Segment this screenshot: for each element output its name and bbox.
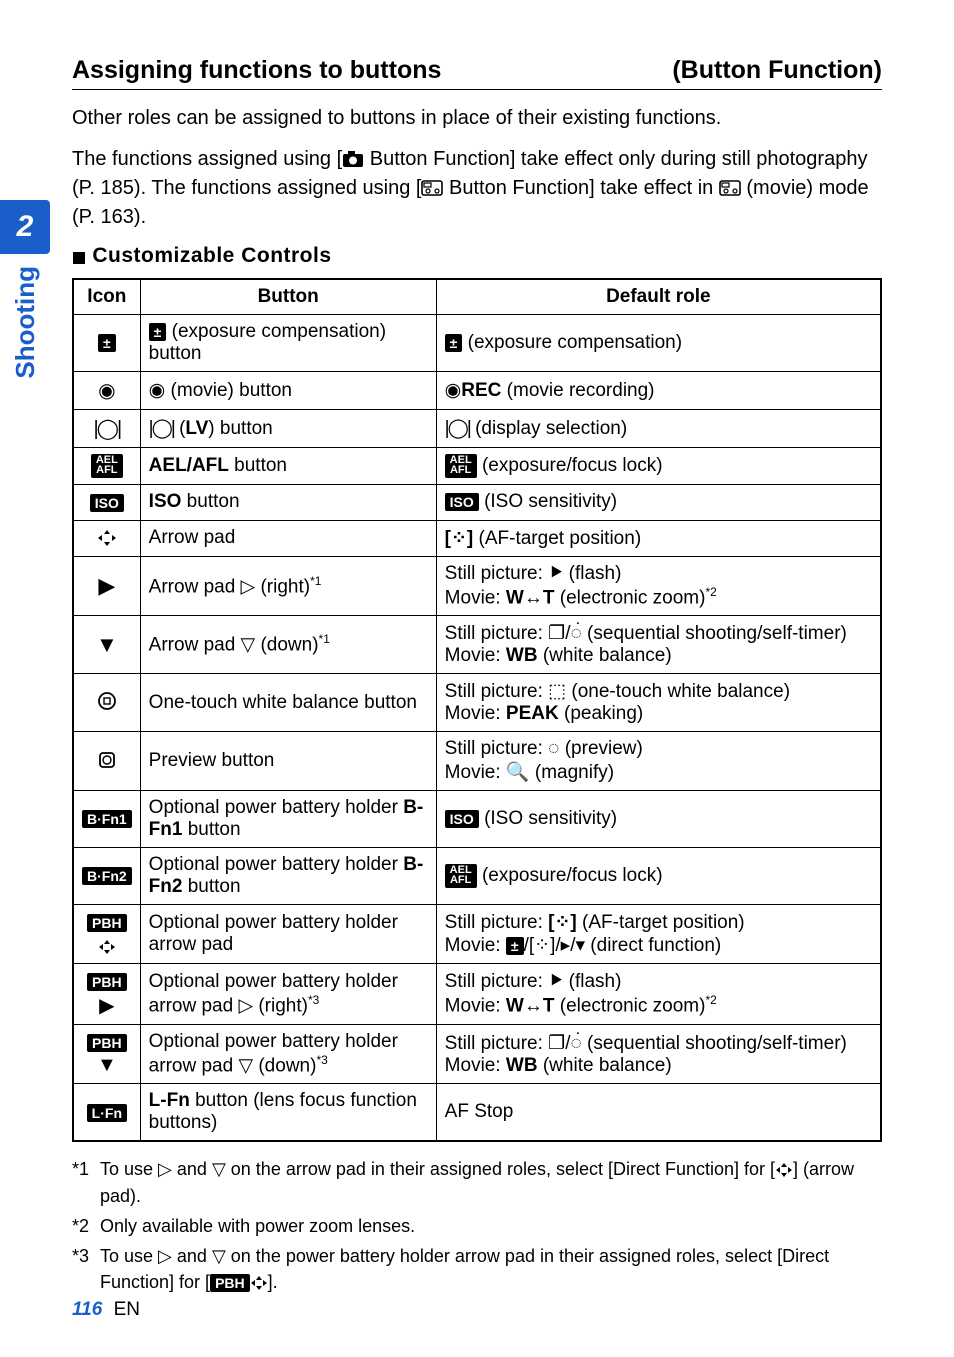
table-row: B·Fn2Optional power battery holder B-Fn2… <box>73 848 881 905</box>
row-button: ISO button <box>140 484 436 520</box>
table-row: ◉◉ (movie) button◉REC (movie recording) <box>73 372 881 410</box>
row-button: Preview button <box>140 732 436 791</box>
table-row: ±± (exposure compensation) button± (expo… <box>73 315 881 372</box>
row-default-role: Still picture: ⯈ (flash)Movie: W↔T (elec… <box>436 964 881 1025</box>
row-default-role: [⁘] (AF-target position) <box>436 520 881 556</box>
footnotes: *1 To use ▷ and ▽ on the arrow pad in th… <box>72 1156 882 1294</box>
row-icon: |◯| <box>73 410 140 448</box>
row-button: One-touch white balance button <box>140 674 436 732</box>
bullet-square-icon <box>72 251 86 265</box>
table-row: AELAFLAEL/AFL buttonAELAFL (exposure/foc… <box>73 448 881 485</box>
row-default-role: ± (exposure compensation) <box>436 315 881 372</box>
row-icon <box>73 674 140 732</box>
row-icon: PBH▼ <box>73 1025 140 1084</box>
row-button: Arrow pad ▷ (right)*1 <box>140 556 436 615</box>
row-icon: ▶ <box>73 556 140 615</box>
table-row: PBH▶Optional power battery holder arrow … <box>73 964 881 1025</box>
chapter-number: 2 <box>0 200 50 254</box>
heading-right: (Button Function) <box>672 56 882 85</box>
th-default: Default role <box>436 279 881 315</box>
th-button: Button <box>140 279 436 315</box>
table-row: ▶Arrow pad ▷ (right)*1Still picture: ⯈ (… <box>73 556 881 615</box>
row-default-role: Still picture: ❐/◌̇ (sequential shooting… <box>436 616 881 674</box>
row-icon: PBH <box>73 905 140 964</box>
row-default-role: Still picture: ◌ (preview)Movie: 🔍 (magn… <box>436 732 881 791</box>
page-lang: EN <box>114 1299 140 1320</box>
row-button: L-Fn button (lens focus function buttons… <box>140 1084 436 1142</box>
customizable-controls-heading: Customizable Controls <box>72 244 882 268</box>
footnote-3: *3 To use ▷ and ▽ on the power battery h… <box>72 1243 882 1295</box>
row-icon: PBH▶ <box>73 964 140 1025</box>
table-row: Arrow pad[⁘] (AF-target position) <box>73 520 881 556</box>
row-default-role: AELAFL (exposure/focus lock) <box>436 448 881 485</box>
row-button: ◉ (movie) button <box>140 372 436 410</box>
row-button: |◯| (LV) button <box>140 410 436 448</box>
arrow-pad-icon <box>250 1275 268 1291</box>
row-default-role: ISO (ISO sensitivity) <box>436 484 881 520</box>
row-icon: B·Fn2 <box>73 848 140 905</box>
table-row: One-touch white balance buttonStill pict… <box>73 674 881 732</box>
row-icon: ◉ <box>73 372 140 410</box>
row-button: Arrow pad <box>140 520 436 556</box>
table-row: ▼Arrow pad ▽ (down)*1Still picture: ❐/◌̇… <box>73 616 881 674</box>
row-button: Optional power battery holder arrow pad … <box>140 1025 436 1084</box>
page-footer: 116 EN <box>72 1299 140 1321</box>
row-default-role: Still picture: ❐/◌̇ (sequential shooting… <box>436 1025 881 1084</box>
row-default-role: Still picture: ⬚ (one-touch white balanc… <box>436 674 881 732</box>
arrow-pad-icon <box>775 1162 793 1178</box>
row-button: Arrow pad ▽ (down)*1 <box>140 616 436 674</box>
row-icon: L·Fn <box>73 1084 140 1142</box>
intro-paragraph-2: The functions assigned using [ Button Fu… <box>72 145 882 232</box>
row-icon: ▼ <box>73 616 140 674</box>
movie-icon <box>421 179 443 197</box>
row-default-role: ISO (ISO sensitivity) <box>436 791 881 848</box>
table-row: ISOISO buttonISO (ISO sensitivity) <box>73 484 881 520</box>
page-number: 116 <box>72 1299 102 1320</box>
table-row: PBHOptional power battery holder arrow p… <box>73 905 881 964</box>
row-icon: AELAFL <box>73 448 140 485</box>
row-icon: B·Fn1 <box>73 791 140 848</box>
row-default-role: AF Stop <box>436 1084 881 1142</box>
row-icon <box>73 520 140 556</box>
row-icon <box>73 732 140 791</box>
table-row: |◯||◯| (LV) button|◯| (display selection… <box>73 410 881 448</box>
row-button: Optional power battery holder arrow pad <box>140 905 436 964</box>
th-icon: Icon <box>73 279 140 315</box>
row-button: Optional power battery holder B-Fn2 butt… <box>140 848 436 905</box>
heading-left: Assigning functions to buttons <box>72 56 441 85</box>
camera-icon <box>342 150 364 168</box>
row-button: Optional power battery holder B-Fn1 butt… <box>140 791 436 848</box>
footnote-1: *1 To use ▷ and ▽ on the arrow pad in th… <box>72 1156 882 1208</box>
row-button: ± (exposure compensation) button <box>140 315 436 372</box>
row-button: AEL/AFL button <box>140 448 436 485</box>
chapter-sidebar: 2 Shooting <box>0 200 56 379</box>
row-default-role: Still picture: [⁘] (AF-target position)M… <box>436 905 881 964</box>
row-button: Optional power battery holder arrow pad … <box>140 964 436 1025</box>
table-row: B·Fn1Optional power battery holder B-Fn1… <box>73 791 881 848</box>
row-icon: ± <box>73 315 140 372</box>
chapter-label: Shooting <box>10 266 41 379</box>
movie-mode-icon <box>719 179 741 197</box>
row-default-role: AELAFL (exposure/focus lock) <box>436 848 881 905</box>
table-row: PBH▼Optional power battery holder arrow … <box>73 1025 881 1084</box>
intro-paragraph-1: Other roles can be assigned to buttons i… <box>72 104 882 133</box>
section-heading: Assigning functions to buttons (Button F… <box>72 56 882 90</box>
table-row: L·FnL-Fn button (lens focus function but… <box>73 1084 881 1142</box>
table-row: Preview buttonStill picture: ◌ (preview)… <box>73 732 881 791</box>
controls-table: Icon Button Default role ±± (exposure co… <box>72 278 882 1142</box>
row-default-role: ◉REC (movie recording) <box>436 372 881 410</box>
footnote-2: *2 Only available with power zoom lenses… <box>72 1213 882 1239</box>
row-icon: ISO <box>73 484 140 520</box>
row-default-role: |◯| (display selection) <box>436 410 881 448</box>
row-default-role: Still picture: ⯈ (flash)Movie: W↔T (elec… <box>436 556 881 615</box>
